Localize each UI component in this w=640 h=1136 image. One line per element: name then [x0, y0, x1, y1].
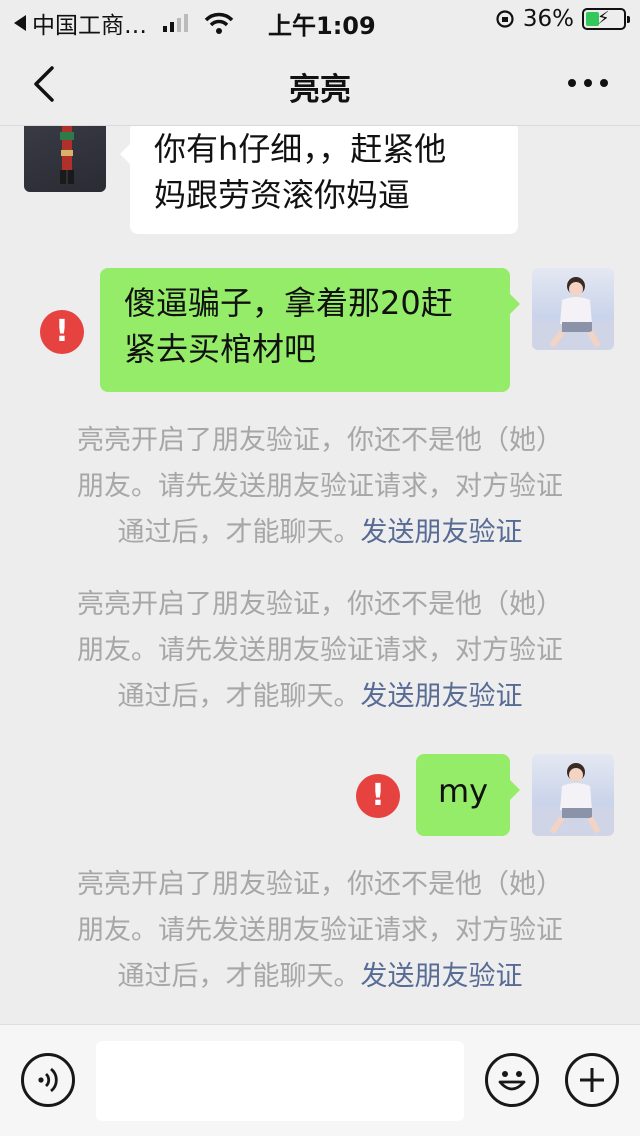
send-friend-verification-link[interactable]: 发送朋友验证	[361, 517, 523, 548]
my-avatar[interactable]	[532, 268, 614, 350]
message-bubble-incoming[interactable]: 你有h仔细，，赶紧他 妈跟劳资滚你妈逼	[120, 126, 518, 234]
notice-line-last: 通过后，才能聊天。发送朋友验证	[50, 954, 590, 1000]
input-bar	[0, 1024, 640, 1136]
message-text-line: 紧去买棺材吧	[124, 330, 317, 368]
message-text-line: my	[437, 772, 489, 810]
friend-verification-notice: 亮亮开启了朋友验证，你还不是他（她） 朋友。请先发送朋友验证请求，对方验证 通过…	[50, 418, 590, 556]
battery-icon: ⚡	[582, 8, 630, 30]
send-failed-icon[interactable]: !	[356, 774, 400, 818]
wifi-icon	[204, 12, 234, 34]
emoji-icon[interactable]	[485, 1053, 539, 1107]
voice-icon[interactable]	[21, 1053, 75, 1107]
send-friend-verification-link[interactable]: 发送朋友验证	[361, 681, 523, 712]
message-text-line: 你有h仔细，，赶紧他	[154, 130, 447, 168]
friend-verification-notice: 亮亮开启了朋友验证，你还不是他（她） 朋友。请先发送朋友验证请求，对方验证 通过…	[50, 862, 590, 1000]
message-bubble-outgoing[interactable]: my	[416, 754, 520, 836]
status-bar: 中国工商… 上午1:09 36% ⚡	[0, 0, 640, 42]
my-avatar[interactable]	[532, 754, 614, 836]
message-input[interactable]	[96, 1041, 464, 1121]
plus-sign-icon	[580, 1068, 604, 1092]
notice-line: 亮亮开启了朋友验证，你还不是他（她）	[77, 589, 563, 620]
notice-line: 通过后，才能聊天。	[117, 681, 361, 712]
message-text-line: 傻逼骗子，拿着那20赶	[124, 284, 453, 322]
battery-percent: 36%	[522, 6, 574, 32]
charging-bolt-icon: ⚡	[597, 8, 610, 29]
orientation-lock-icon	[496, 10, 514, 28]
my-avatar-image	[532, 763, 614, 836]
back-to-app-icon[interactable]	[14, 15, 26, 31]
status-right: 36% ⚡	[495, 6, 630, 32]
friend-verification-notice: 亮亮开启了朋友验证，你还不是他（她） 朋友。请先发送朋友验证请求，对方验证 通过…	[50, 582, 590, 720]
plus-icon[interactable]	[565, 1053, 619, 1107]
send-failed-icon[interactable]: !	[40, 310, 84, 354]
notice-line: 通过后，才能聊天。	[117, 961, 361, 992]
carrier-label: 中国工商…	[32, 13, 147, 39]
notice-line: 朋友。请先发送朋友验证请求，对方验证	[77, 915, 563, 946]
message-text-line: 妈跟劳资滚你妈逼	[154, 176, 411, 214]
send-friend-verification-link[interactable]: 发送朋友验证	[361, 961, 523, 992]
chat-title: 亮亮	[289, 72, 351, 108]
chat-area[interactable]: 你有h仔细，，赶紧他 妈跟劳资滚你妈逼 ! 傻逼骗子，拿着那20赶 紧去买棺材吧…	[0, 126, 640, 1024]
notice-line: 亮亮开启了朋友验证，你还不是他（她）	[77, 425, 563, 456]
voice-waves-icon	[38, 1067, 58, 1093]
status-time: 上午1:09	[268, 12, 376, 40]
nav-bar: 亮亮	[0, 42, 640, 126]
smiley-face-icon	[498, 1071, 526, 1091]
notice-line-last: 通过后，才能聊天。发送朋友验证	[50, 674, 590, 720]
message-bubble-outgoing[interactable]: 傻逼骗子，拿着那20赶 紧去买棺材吧	[100, 268, 520, 392]
my-avatar-image	[532, 277, 614, 350]
more-dots-icon[interactable]	[564, 68, 612, 98]
notice-line: 通过后，才能聊天。	[117, 517, 361, 548]
notice-line: 朋友。请先发送朋友验证请求，对方验证	[77, 635, 563, 666]
contact-avatar[interactable]	[24, 126, 106, 192]
contact-avatar-image	[60, 126, 74, 184]
notice-line-last: 通过后，才能聊天。发送朋友验证	[50, 510, 590, 556]
notice-line: 亮亮开启了朋友验证，你还不是他（她）	[77, 869, 563, 900]
notice-line: 朋友。请先发送朋友验证请求，对方验证	[77, 471, 563, 502]
status-left: 中国工商…	[14, 6, 234, 40]
cellular-signal-icon	[163, 14, 188, 32]
